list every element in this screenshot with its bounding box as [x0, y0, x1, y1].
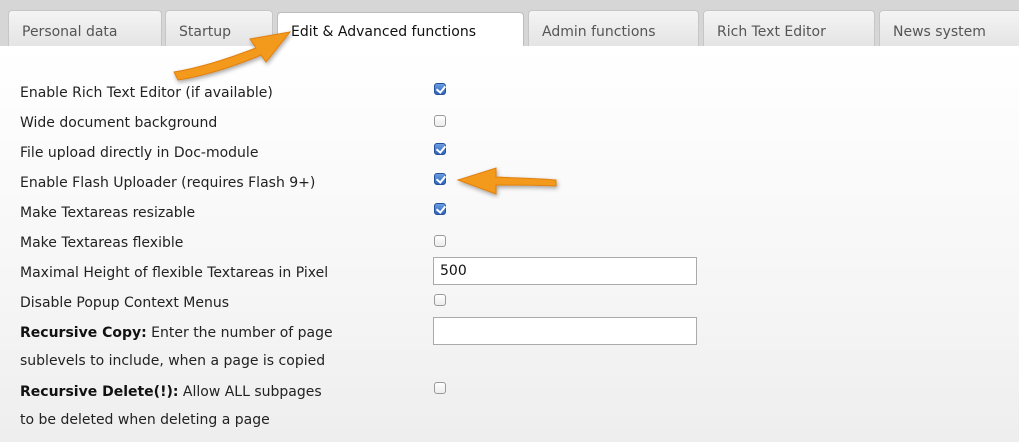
max-height-input[interactable] [433, 257, 697, 285]
tab-label: News system [893, 24, 986, 40]
disable-popup-label: Disable Popup Context Menus [20, 295, 230, 311]
recursive-copy-label: Recursive Copy: Enter the number of page [20, 318, 460, 348]
tab-news-system[interactable]: News system [879, 10, 1019, 46]
file-upload-label: File upload directly in Doc-module [20, 145, 259, 161]
checkbox-checked-icon [434, 83, 446, 95]
textareas-resizable-label: Make Textareas resizable [20, 205, 196, 221]
recursive-copy-description: sublevels to include, when a page is cop… [20, 353, 326, 369]
tab-rich-text-editor[interactable]: Rich Text Editor [703, 10, 875, 46]
textareas-resizable-checkbox[interactable] [433, 202, 449, 218]
tab-bar: Personal data Startup Edit & Advanced fu… [0, 0, 1019, 47]
max-height-label: Maximal Height of flexible Textareas in … [20, 265, 329, 281]
recursive-copy-text: Enter the number of page [146, 325, 333, 341]
checkbox-unchecked-icon [434, 115, 446, 127]
recursive-copy-title: Recursive Copy: [20, 325, 147, 341]
recursive-delete-label: Recursive Delete(!): Allow ALL subpages [20, 377, 460, 407]
flash-uploader-label: Enable Flash Uploader (requires Flash 9+… [20, 175, 316, 191]
checkbox-checked-icon [434, 203, 446, 215]
orange-arrow-icon [456, 167, 557, 195]
tab-edit-advanced-functions[interactable]: Edit & Advanced functions [277, 12, 524, 47]
flash-uploader-checkbox[interactable] [433, 172, 449, 188]
checkbox-checked-icon [434, 143, 446, 155]
recursive-copy-input[interactable] [433, 317, 697, 345]
orange-arrow-icon [173, 31, 292, 81]
textareas-flexible-label: Make Textareas flexible [20, 235, 184, 251]
checkbox-unchecked-icon [434, 294, 446, 306]
tab-label: Personal data [22, 24, 118, 40]
wide-background-label: Wide document background [20, 115, 218, 131]
checkbox-unchecked-icon [434, 235, 446, 247]
tab-label: Rich Text Editor [717, 24, 826, 40]
recursive-delete-title: Recursive Delete(!): [20, 384, 179, 400]
recursive-delete-text: Allow ALL subpages [178, 384, 322, 400]
tab-label: Admin functions [542, 24, 656, 40]
tab-admin-functions[interactable]: Admin functions [528, 10, 699, 46]
checkbox-checked-icon [434, 173, 446, 185]
recursive-delete-description: to be deleted when deleting a page [20, 412, 270, 428]
recursive-delete-checkbox[interactable] [433, 381, 449, 397]
wide-background-checkbox[interactable] [433, 114, 449, 130]
textareas-flexible-checkbox[interactable] [433, 234, 449, 250]
tab-label: Edit & Advanced functions [291, 24, 477, 40]
rich-text-editor-checkbox[interactable] [433, 82, 449, 98]
file-upload-checkbox[interactable] [433, 142, 449, 158]
checkbox-unchecked-icon [434, 382, 446, 394]
disable-popup-checkbox[interactable] [433, 293, 449, 309]
tab-personal-data[interactable]: Personal data [8, 10, 162, 46]
